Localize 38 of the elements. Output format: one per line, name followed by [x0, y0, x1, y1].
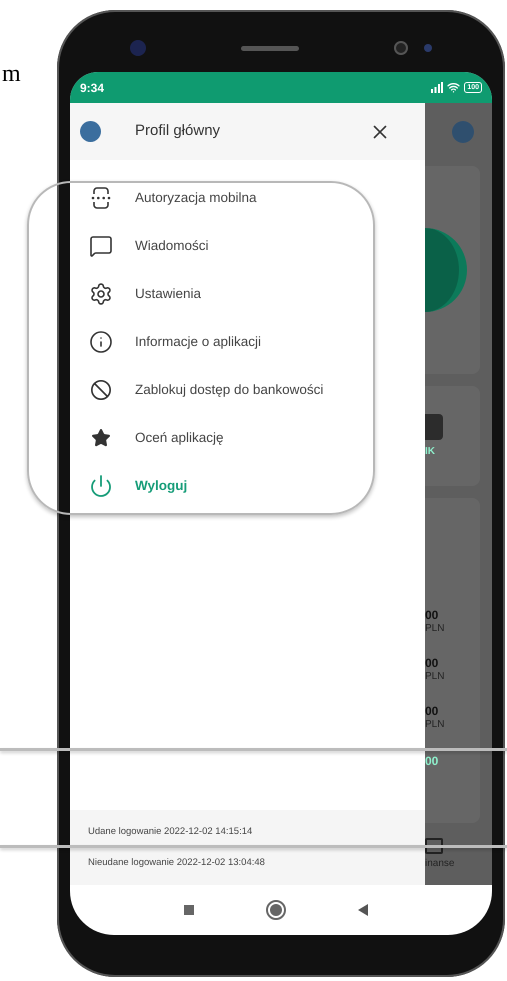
- menu-item[interactable]: Zablokuj dostęp do bankowości: [70, 366, 425, 414]
- status-time: 9:34: [80, 80, 104, 96]
- menu-item[interactable]: Wiadomości: [70, 222, 425, 270]
- page-text: m: [2, 60, 21, 89]
- block-icon: [90, 379, 112, 401]
- camera-icon: [130, 40, 146, 56]
- message-icon: [89, 234, 113, 258]
- home-button[interactable]: [266, 900, 286, 920]
- sensor-icon: [424, 44, 432, 52]
- login-info: Nieudane logowanie 2022-12-02 13:04:48: [88, 856, 266, 870]
- mobile-auth-icon: [89, 186, 113, 210]
- currency-label: PLN: [425, 670, 446, 684]
- menu-item[interactable]: Ustawienia: [70, 270, 425, 318]
- menu-item[interactable]: Informacje o aplikacji: [70, 318, 425, 366]
- profile-title: Profil główny: [135, 121, 222, 142]
- tab-label: inanse: [425, 856, 456, 870]
- speaker-grille: [241, 46, 299, 50]
- currency-label: PLN: [425, 718, 446, 732]
- menu-item[interactable]: Oceń aplikację: [70, 414, 425, 462]
- settings-icon: [89, 282, 113, 306]
- amount-value: 00: [425, 656, 440, 670]
- power-icon: [89, 474, 113, 498]
- amount-value: 00: [425, 608, 440, 622]
- avatar-icon: [452, 120, 474, 142]
- wifi-icon: [447, 81, 460, 94]
- shortcut-icon: [425, 414, 443, 440]
- back-button[interactable]: [358, 904, 368, 916]
- star-icon: [91, 428, 111, 448]
- menu-item[interactable]: Autoryzacja mobilna: [70, 174, 425, 222]
- sensor-icon: [394, 41, 408, 55]
- currency-label: PLN: [425, 622, 446, 636]
- amount-value: 00: [425, 753, 440, 770]
- login-info: Udane logowanie 2022-12-02 14:15:14: [88, 825, 254, 840]
- info-icon: [89, 330, 113, 354]
- avatar-icon: [80, 121, 101, 142]
- signal-icon: [429, 82, 444, 93]
- amount-value: 00: [425, 704, 440, 718]
- shortcut-label: IK: [425, 444, 435, 458]
